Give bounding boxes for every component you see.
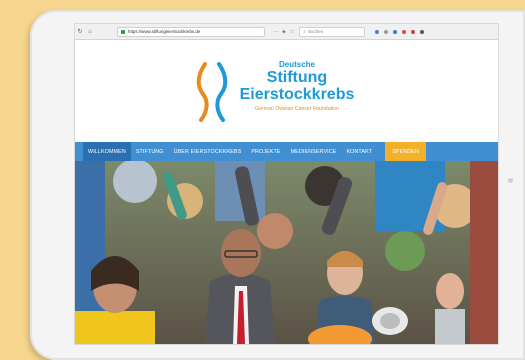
donate-button[interactable]: SPENDEN xyxy=(385,142,426,161)
hero-photo xyxy=(75,161,498,344)
extension-icons xyxy=(375,29,425,34)
logo-tagline: German Ovarian Cancer Foundation xyxy=(255,106,339,112)
nav-projekte[interactable]: PROJEKTE xyxy=(246,142,285,161)
browser-toolbar: ↻ ⌂ https://www.stiftungeierstockkrebs.d… xyxy=(75,24,498,40)
nav-medienservice[interactable]: MEDIENSERVICE xyxy=(286,142,342,161)
address-bar[interactable]: https://www.stiftungeierstockkrebs.de xyxy=(117,26,265,37)
url-text: https://www.stiftungeierstockkrebs.de xyxy=(128,29,201,34)
nav-willkommen[interactable]: WILLKOMMEN xyxy=(83,142,131,161)
nav-ueber-eierstockkrebs[interactable]: ÜBER EIERSTOCKKREBS xyxy=(169,142,247,161)
logo-wordmark: Deutsche Stiftung Eierstockkrebs German … xyxy=(227,60,367,112)
page-actions: ··· ◈ ☆ xyxy=(273,29,294,35)
logo-line-deutsche: Deutsche xyxy=(278,60,315,69)
more-icon[interactable]: ··· xyxy=(273,29,278,35)
home-icon[interactable]: ⌂ xyxy=(85,29,95,35)
main-navigation: WILLKOMMEN STIFTUNG ÜBER EIERSTOCKKREBS … xyxy=(75,142,498,161)
tablet-camera-dot xyxy=(508,178,513,183)
star-icon[interactable]: ☆ xyxy=(290,29,294,35)
pocket-icon[interactable] xyxy=(402,29,407,34)
logo-line-eierstockkrebs: Eierstockkrebs xyxy=(239,86,355,103)
search-input[interactable]: ⌕ Suchen xyxy=(299,26,366,37)
library-icon[interactable] xyxy=(375,29,380,34)
lock-icon xyxy=(121,29,125,34)
reader-icon[interactable] xyxy=(384,29,389,34)
search-placeholder: Suchen xyxy=(307,29,324,34)
reload-icon[interactable]: ↻ xyxy=(75,28,85,35)
nav-stiftung[interactable]: STIFTUNG xyxy=(131,142,169,161)
sync-icon[interactable] xyxy=(393,29,398,34)
search-icon: ⌕ xyxy=(303,29,306,34)
foundation-logo[interactable]: Deutsche Stiftung Eierstockkrebs German … xyxy=(195,58,395,130)
adblock-icon[interactable] xyxy=(411,29,416,34)
ovary-mark-icon xyxy=(196,62,228,122)
crowd-photo-image xyxy=(75,161,498,344)
logo-line-stiftung: Stiftung xyxy=(266,69,328,86)
menu-icon[interactable] xyxy=(420,29,425,34)
tablet-screen: ↻ ⌂ https://www.stiftungeierstockkrebs.d… xyxy=(75,24,498,344)
nav-kontakt[interactable]: KONTAKT xyxy=(341,142,377,161)
shield-icon[interactable]: ◈ xyxy=(282,29,286,35)
